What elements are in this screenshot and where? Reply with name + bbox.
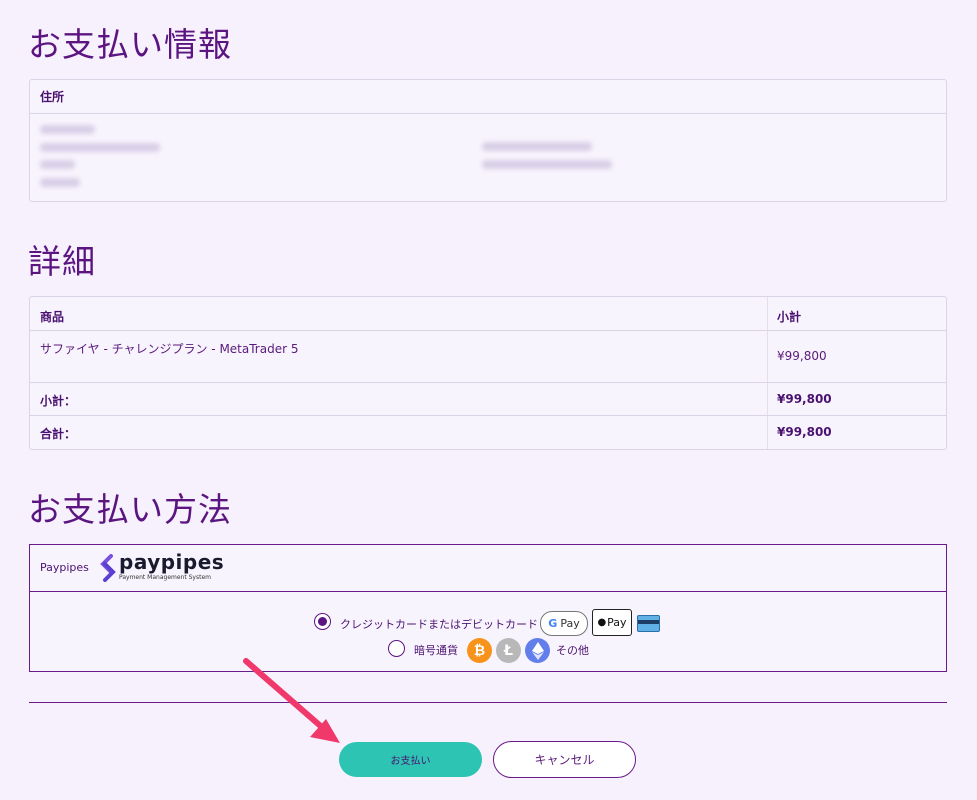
paypipes-logo-text: paypipes [119,550,225,574]
payment-info-title: お支払い情報 [28,25,232,64]
payment-method-box: Paypipes paypipes Payment Management Sys… [29,544,947,672]
pay-button[interactable]: お支払い [339,742,482,777]
card-radio[interactable] [314,613,331,630]
cancel-button[interactable]: キャンセル [493,741,636,778]
total-label: 合計： [40,427,77,441]
crypto-option-label[interactable]: 暗号通貨 [414,642,458,658]
details-table: 商品 小計 サファイヤ - チャレンジプラン - MetaTrader 5 ¥9… [29,296,947,450]
paypipes-logo-icon [99,554,117,586]
item-price: ¥99,800 [777,349,827,363]
col-subtotal-header: 小計 [777,310,802,324]
total-value: ¥99,800 [777,425,832,439]
divider [29,702,947,703]
item-name: サファイヤ - チャレンジプラン - MetaTrader 5 [40,342,299,356]
litecoin-icon: Ł [496,638,521,663]
subtotal-value: ¥99,800 [777,392,832,406]
crypto-other-label: その他 [556,644,589,657]
provider-row: Paypipes paypipes Payment Management Sys… [30,545,946,592]
provider-label: Paypipes [40,561,89,574]
total-row: 合計： ¥99,800 [30,416,946,449]
payment-method-title: お支払い方法 [28,490,232,529]
crypto-radio[interactable] [388,640,405,657]
pointer-arrow-icon [243,658,340,743]
table-header-row: 商品 小計 [30,297,946,331]
card-option-label[interactable]: クレジットカードまたはデビットカード [340,616,538,632]
address-card: 住所 [29,79,947,202]
credit-card-icon [637,615,660,632]
paypipes-tagline: Payment Management System [119,574,211,581]
address-header: 住所 [30,80,946,114]
subtotal-row: 小計： ¥99,800 [30,383,946,416]
subtotal-label: 小計： [40,394,77,408]
ethereum-icon [525,638,550,663]
col-product-header: 商品 [40,310,65,324]
table-row: サファイヤ - チャレンジプラン - MetaTrader 5 ¥99,800 [30,331,946,383]
details-title: 詳細 [28,242,96,281]
google-pay-icon: G Pay [540,611,588,636]
apple-pay-icon: ● Pay [592,609,632,636]
bitcoin-icon: ₿ [467,638,492,663]
